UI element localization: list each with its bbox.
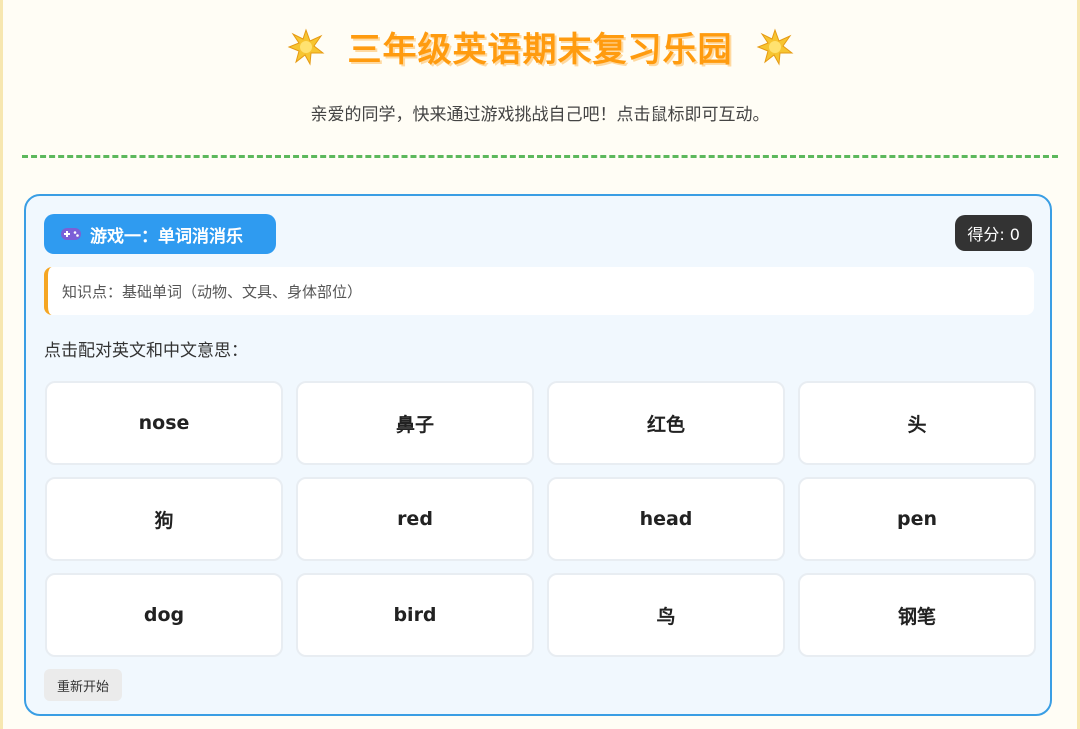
restart-button[interactable]: 重新开始 xyxy=(44,669,122,701)
title-row: 三年级英语期末复习乐园 xyxy=(3,22,1077,71)
word-card[interactable]: 鸟 xyxy=(547,573,785,657)
page-header: 三年级英语期末复习乐园 亲爱的同学，快来通过游戏挑战自己吧！点击鼠标即可互动。 xyxy=(3,0,1077,155)
word-card[interactable]: nose xyxy=(45,381,283,465)
divider xyxy=(22,155,1058,158)
game-title-badge: 游戏一：单词消消乐 xyxy=(44,214,276,254)
word-card[interactable]: 头 xyxy=(798,381,1036,465)
word-card-grid: nose 鼻子 红色 头 狗 red head pen dog bird 鸟 钢… xyxy=(45,381,1036,657)
word-card[interactable]: pen xyxy=(798,477,1036,561)
knowledge-point: 知识点：基础单词（动物、文具、身体部位） xyxy=(44,267,1034,315)
word-card[interactable]: 红色 xyxy=(547,381,785,465)
word-card[interactable]: head xyxy=(547,477,785,561)
word-card[interactable]: red xyxy=(296,477,534,561)
game-card: 游戏一：单词消消乐 得分: 0 知识点：基础单词（动物、文具、身体部位） 点击配… xyxy=(24,194,1052,716)
word-card[interactable]: bird xyxy=(296,573,534,657)
word-card[interactable]: 钢笔 xyxy=(798,573,1036,657)
page-title: 三年级英语期末复习乐园 xyxy=(347,30,733,70)
word-card[interactable]: 狗 xyxy=(45,477,283,561)
page-subtitle: 亲爱的同学，快来通过游戏挑战自己吧！点击鼠标即可互动。 xyxy=(310,105,770,125)
instruction-text: 点击配对英文和中文意思： xyxy=(44,341,248,361)
star-icon xyxy=(287,27,324,66)
word-card[interactable]: 鼻子 xyxy=(296,381,534,465)
gamepad-icon xyxy=(61,228,81,240)
score-badge: 得分: 0 xyxy=(955,215,1032,251)
game-title: 游戏一：单词消消乐 xyxy=(90,226,243,247)
word-card[interactable]: dog xyxy=(45,573,283,657)
star-icon xyxy=(756,27,793,66)
